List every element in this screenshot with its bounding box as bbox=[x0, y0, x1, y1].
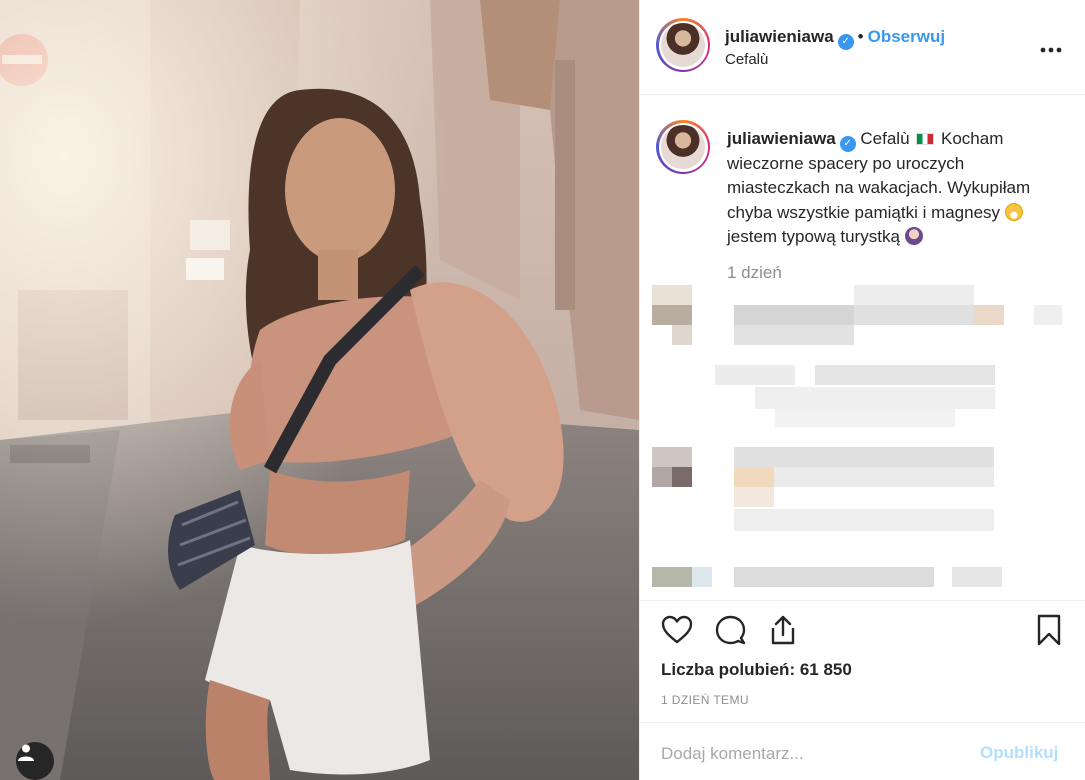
post-actions: Liczba polubień: 61 850 1 DZIEŃ TEMU bbox=[640, 600, 1085, 722]
verified-badge-icon: ✓ bbox=[837, 33, 854, 50]
woman-shrugging-emoji-icon bbox=[904, 227, 923, 246]
heart-icon bbox=[661, 615, 693, 644]
post-comment-button[interactable]: Opublikuj bbox=[980, 743, 1058, 763]
pixelated-comment-1 bbox=[652, 285, 1062, 345]
post-caption: juliawieniawa ✓ Cefalù Kocham wieczorne s… bbox=[727, 127, 1067, 249]
like-button[interactable] bbox=[660, 613, 694, 647]
caption-author-avatar[interactable] bbox=[656, 120, 710, 174]
more-options-button[interactable] bbox=[1040, 33, 1062, 59]
comment-button[interactable] bbox=[713, 613, 747, 647]
share-icon bbox=[771, 615, 795, 645]
caption-username[interactable]: juliawieniawa bbox=[727, 129, 836, 148]
post-date: 1 DZIEŃ TEMU bbox=[661, 693, 749, 707]
post-location[interactable]: Cefalù bbox=[725, 51, 768, 68]
bookmark-icon bbox=[1037, 614, 1061, 646]
pixelated-comment-3 bbox=[652, 447, 1062, 537]
post-side-panel: juliawieniawa ✓ • Obserwuj Cefalù juliawien… bbox=[639, 0, 1085, 780]
author-username[interactable]: juliawieniawa bbox=[725, 27, 834, 46]
post-photo[interactable] bbox=[0, 0, 639, 780]
italy-flag-icon bbox=[916, 133, 935, 145]
pixelated-comment-4 bbox=[652, 567, 1062, 589]
grinning-face-emoji-icon bbox=[1004, 202, 1023, 221]
photo-scene bbox=[0, 0, 639, 780]
likes-count[interactable]: Liczba polubień: 61 850 bbox=[661, 660, 852, 680]
caption-text-part2: jestem typową turystką bbox=[727, 227, 900, 247]
comment-icon bbox=[715, 615, 746, 645]
user-icon bbox=[18, 744, 34, 761]
post-header: juliawieniawa ✓ • Obserwuj Cefalù bbox=[640, 0, 1085, 95]
author-avatar[interactable] bbox=[656, 18, 710, 72]
header-user-row: juliawieniawa ✓ • Obserwuj bbox=[725, 27, 945, 50]
comments-area: juliawieniawa ✓ Cefalù Kocham wieczorne s… bbox=[640, 95, 1085, 600]
caption-location-tag: Cefalù bbox=[860, 129, 910, 148]
follow-button[interactable]: Obserwuj bbox=[868, 27, 945, 46]
separator-dot: • bbox=[857, 27, 864, 46]
caption-verified-badge-icon: ✓ bbox=[839, 136, 856, 153]
add-comment-bar: Opublikuj bbox=[640, 722, 1085, 780]
more-horizontal-icon bbox=[1040, 47, 1062, 53]
pixelated-comment-2 bbox=[715, 365, 1015, 429]
share-button[interactable] bbox=[766, 613, 800, 647]
comment-input[interactable] bbox=[661, 741, 961, 767]
save-button[interactable] bbox=[1032, 613, 1066, 647]
caption-time-ago: 1 dzień bbox=[727, 263, 782, 282]
tagged-users-button[interactable] bbox=[16, 742, 54, 780]
